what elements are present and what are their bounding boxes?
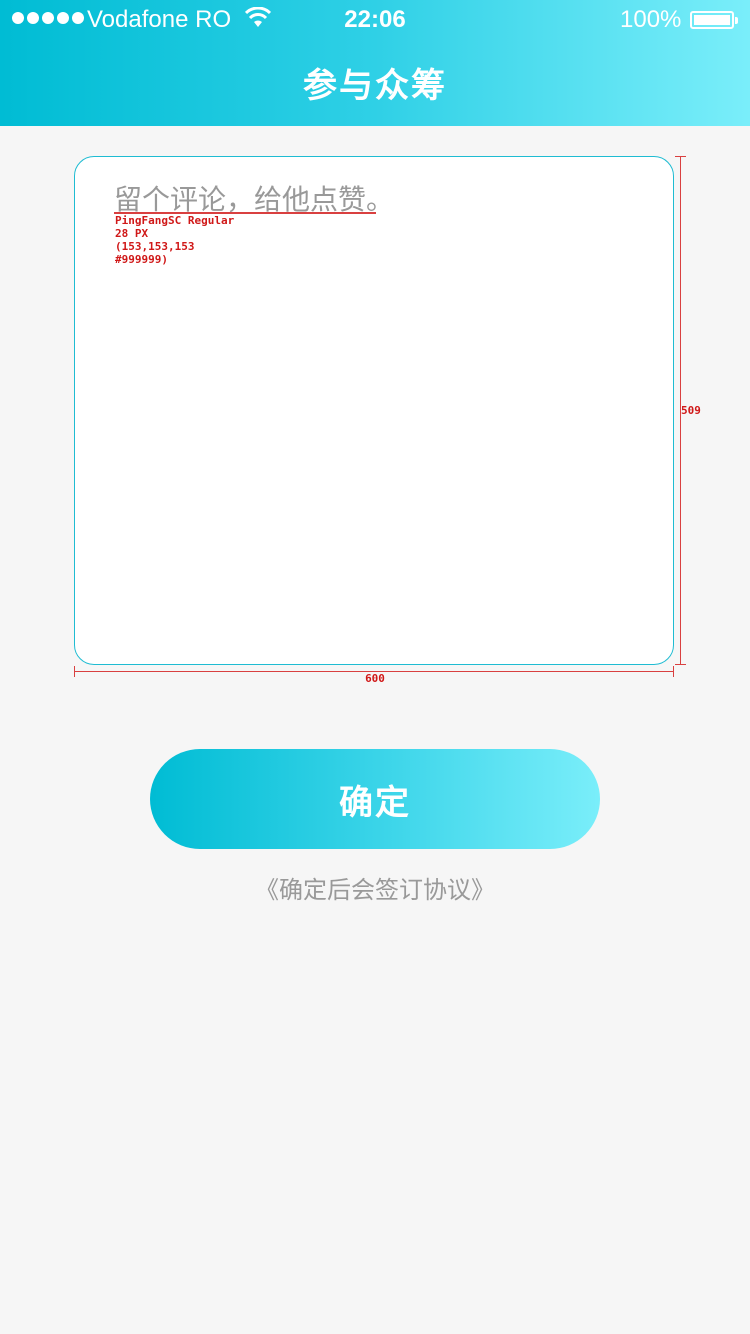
status-bar: Vodafone RO 22:06 100% (0, 0, 750, 40)
confirm-button[interactable]: 确定 (150, 749, 600, 849)
battery-percent: 100% (620, 6, 682, 33)
app-header: Vodafone RO 22:06 100% 参与众筹 (0, 0, 750, 126)
battery-icon (690, 11, 738, 29)
width-dimension-label: 600 (365, 672, 385, 685)
height-dimension-label: 509 (681, 404, 701, 417)
font-spec-line: (153,153,153 (115, 240, 195, 253)
font-spec-line: 28 PX (115, 227, 149, 240)
font-spec-line: PingFangSC Regular (115, 214, 235, 227)
font-spec-annotation: PingFangSC Regular 28 PX (153,153,153 #9… (115, 214, 234, 266)
dimension-cap (675, 156, 686, 157)
page-title: 参与众筹 (303, 66, 447, 106)
font-spec-line: #999999) (115, 253, 168, 266)
dimension-cap (675, 664, 686, 665)
agreement-link[interactable]: 《确定后会签订协议》 (0, 870, 750, 905)
